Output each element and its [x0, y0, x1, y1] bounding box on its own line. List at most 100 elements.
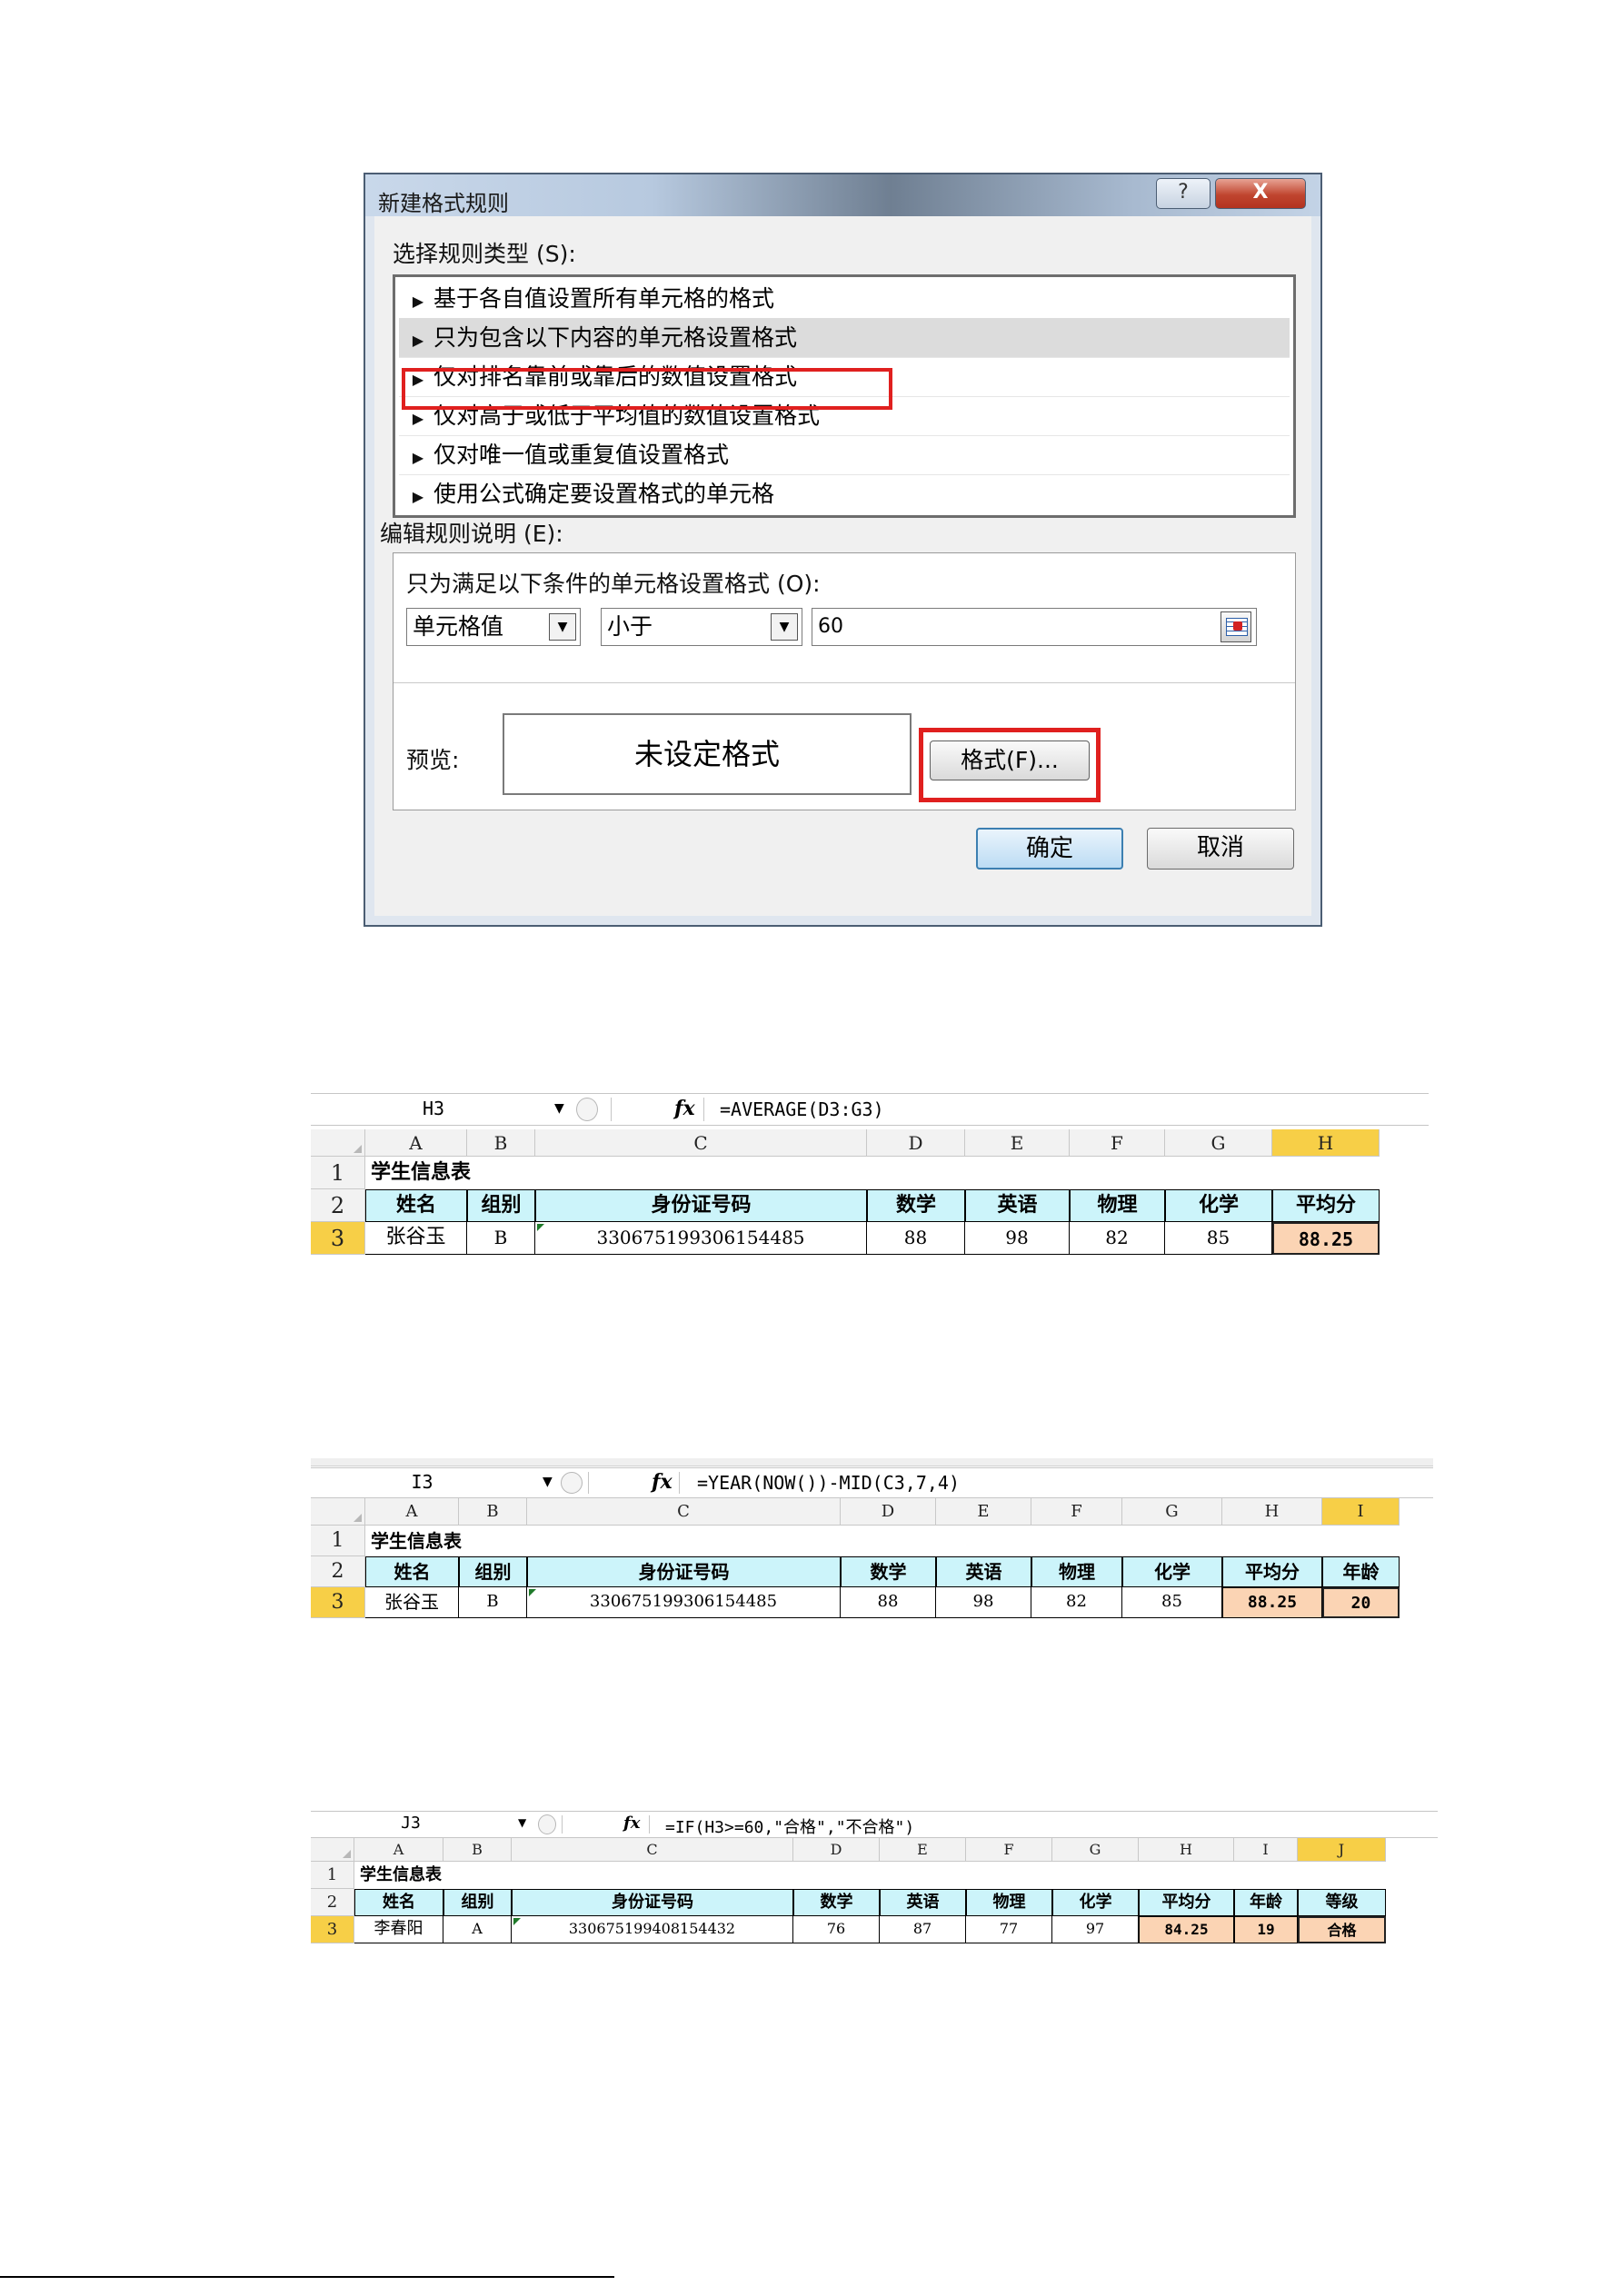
column-header-h[interactable]: H [1222, 1498, 1322, 1526]
data-cell[interactable]: 330675199306154485 [535, 1222, 867, 1255]
column-header-d[interactable]: D [841, 1498, 936, 1526]
header-cell[interactable]: 化学 [1122, 1556, 1222, 1587]
header-cell[interactable]: 化学 [1052, 1889, 1139, 1916]
header-cell[interactable]: 组别 [443, 1889, 512, 1916]
header-cell[interactable]: 数学 [867, 1189, 965, 1222]
column-header-c[interactable]: C [535, 1129, 867, 1157]
close-button[interactable]: X [1215, 178, 1306, 209]
column-header-h[interactable]: H [1139, 1838, 1234, 1862]
data-cell[interactable]: 李春阳 [354, 1916, 443, 1943]
column-header-i[interactable]: I [1322, 1498, 1400, 1526]
row-header-1[interactable]: 1 [311, 1526, 365, 1556]
header-cell[interactable]: 物理 [1070, 1189, 1165, 1222]
data-cell[interactable]: 19 [1234, 1916, 1298, 1943]
name-box[interactable]: H3 [311, 1094, 556, 1125]
header-cell[interactable]: 姓名 [354, 1889, 443, 1916]
sheet-title-cell[interactable]: 学生信息表 [371, 1526, 462, 1556]
value-input[interactable]: 60 [812, 608, 1257, 646]
formula-text[interactable]: =IF(H3>=60,"合格","不合格") [665, 1814, 914, 1838]
row-header-2[interactable]: 2 [311, 1889, 354, 1916]
row-header-1[interactable]: 1 [311, 1862, 354, 1889]
dropdown-arrow-icon[interactable]: ▼ [549, 613, 576, 641]
column-header-i[interactable]: I [1234, 1838, 1298, 1862]
header-cell[interactable]: 平均分 [1139, 1889, 1234, 1916]
data-cell[interactable]: 76 [793, 1916, 880, 1943]
name-box[interactable]: I3 [311, 1468, 533, 1497]
column-header-g[interactable]: G [1165, 1129, 1272, 1157]
range-picker-button[interactable] [1220, 611, 1251, 642]
cancel-button[interactable]: 取消 [1147, 828, 1294, 870]
function-icon[interactable]: fx [623, 1814, 640, 1833]
data-cell[interactable]: 88.25 [1272, 1222, 1380, 1255]
row-header-3[interactable]: 3 [311, 1587, 365, 1618]
cancel-icon[interactable] [576, 1098, 598, 1121]
column-header-f[interactable]: F [966, 1838, 1052, 1862]
row-header-3[interactable]: 3 [311, 1916, 354, 1943]
data-cell[interactable]: B [459, 1587, 527, 1618]
column-header-h[interactable]: H [1272, 1129, 1380, 1157]
column-header-b[interactable]: B [467, 1129, 535, 1157]
data-cell[interactable]: 88 [841, 1587, 936, 1618]
column-header-d[interactable]: D [793, 1838, 880, 1862]
data-cell[interactable]: 合格 [1298, 1916, 1386, 1943]
field-select[interactable]: 单元格值 ▼ [406, 608, 581, 646]
data-cell[interactable]: B [467, 1222, 535, 1255]
ok-button[interactable]: 确定 [976, 828, 1123, 870]
formula-text[interactable]: =AVERAGE(D3:G3) [720, 1098, 884, 1120]
function-icon[interactable]: fx [674, 1097, 695, 1120]
header-cell[interactable]: 姓名 [365, 1189, 467, 1222]
operator-select[interactable]: 小于 ▼ [601, 608, 802, 646]
data-cell[interactable]: 98 [936, 1587, 1031, 1618]
header-cell[interactable]: 身份证号码 [527, 1556, 841, 1587]
header-cell[interactable]: 英语 [965, 1189, 1070, 1222]
column-header-g[interactable]: G [1052, 1838, 1139, 1862]
column-header-c[interactable]: C [512, 1838, 793, 1862]
row-header-3[interactable]: 3 [311, 1222, 365, 1255]
header-cell[interactable]: 数学 [793, 1889, 880, 1916]
data-cell[interactable]: 20 [1322, 1587, 1400, 1618]
formula-text[interactable]: =YEAR(NOW())-MID(C3,7,4) [697, 1472, 960, 1494]
select-all-corner[interactable] [311, 1129, 365, 1157]
header-cell[interactable]: 物理 [966, 1889, 1052, 1916]
row-header-2[interactable]: 2 [311, 1189, 365, 1222]
column-header-d[interactable]: D [867, 1129, 965, 1157]
header-cell[interactable]: 身份证号码 [535, 1189, 867, 1222]
header-cell[interactable]: 组别 [467, 1189, 535, 1222]
chevron-down-icon[interactable]: ▼ [543, 1475, 553, 1489]
chevron-down-icon[interactable]: ▼ [554, 1101, 564, 1116]
sheet-title-cell[interactable]: 学生信息表 [360, 1862, 442, 1889]
dropdown-arrow-icon[interactable]: ▼ [771, 613, 798, 641]
column-header-b[interactable]: B [443, 1838, 512, 1862]
header-cell[interactable]: 年龄 [1322, 1556, 1400, 1587]
rule-item[interactable]: ▶ 使用公式确定要设置格式的单元格 [399, 474, 1290, 513]
column-header-f[interactable]: F [1031, 1498, 1122, 1526]
column-header-c[interactable]: C [527, 1498, 841, 1526]
header-cell[interactable]: 姓名 [365, 1556, 459, 1587]
data-cell[interactable]: 88 [867, 1222, 965, 1255]
data-cell[interactable]: 85 [1165, 1222, 1272, 1255]
data-cell[interactable]: 84.25 [1139, 1916, 1234, 1943]
column-header-e[interactable]: E [880, 1838, 966, 1862]
function-icon[interactable]: fx [652, 1470, 673, 1494]
name-box[interactable]: J3 [311, 1812, 511, 1837]
row-header-2[interactable]: 2 [311, 1556, 365, 1587]
data-cell[interactable]: 330675199408154432 [512, 1916, 793, 1943]
help-button[interactable]: ? [1156, 178, 1211, 209]
cancel-icon[interactable] [538, 1814, 556, 1834]
column-header-a[interactable]: A [365, 1498, 459, 1526]
data-cell[interactable]: 87 [880, 1916, 966, 1943]
header-cell[interactable]: 英语 [880, 1889, 966, 1916]
rule-item[interactable]: ▶ 基于各自值设置所有单元格的格式 [399, 279, 1290, 319]
column-header-b[interactable]: B [459, 1498, 527, 1526]
column-header-f[interactable]: F [1070, 1129, 1165, 1157]
cancel-icon[interactable] [561, 1472, 583, 1494]
dialog-titlebar[interactable]: 新建格式规则 ? X [365, 174, 1320, 216]
data-cell[interactable]: 82 [1031, 1587, 1122, 1618]
header-cell[interactable]: 身份证号码 [512, 1889, 793, 1916]
column-header-g[interactable]: G [1122, 1498, 1222, 1526]
header-cell[interactable]: 组别 [459, 1556, 527, 1587]
column-header-a[interactable]: A [365, 1129, 467, 1157]
header-cell[interactable]: 化学 [1165, 1189, 1272, 1222]
header-cell[interactable]: 平均分 [1272, 1189, 1380, 1222]
data-cell[interactable]: 330675199306154485 [527, 1587, 841, 1618]
